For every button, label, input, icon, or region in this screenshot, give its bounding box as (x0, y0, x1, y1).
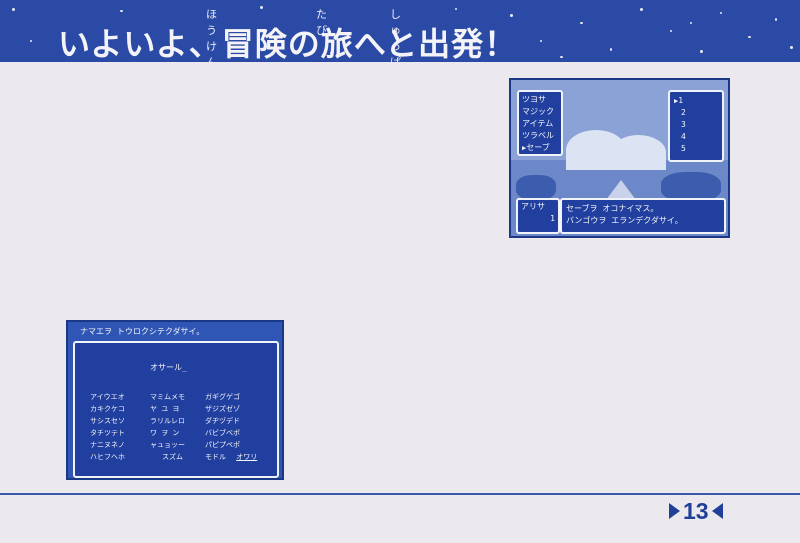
save-slot[interactable]: 4 (674, 131, 718, 143)
kana-column: アイウエオ カキクケコ サシスセソ タチツテト ナニヌネノ ハヒフヘホ (90, 391, 125, 463)
save-slot[interactable]: 3 (674, 119, 718, 131)
sparkle (455, 8, 457, 10)
sparkle (790, 46, 793, 49)
menu-item-selected[interactable]: ▶セーブ (522, 142, 558, 154)
kana-row[interactable]: スズム (150, 451, 185, 463)
sparkle (670, 30, 672, 32)
sparkle (560, 56, 563, 58)
kana-row[interactable]: カキクケコ (90, 403, 125, 415)
sparkle (775, 18, 777, 21)
kana-row[interactable]: ラリルレロ (150, 415, 185, 427)
kana-row: モドル オワリ (205, 451, 257, 463)
kana-row[interactable]: ガギグゲゴ (205, 391, 257, 403)
triangle-right-icon (669, 503, 680, 519)
sparkle (700, 50, 703, 53)
kana-row[interactable]: マミムメモ (150, 391, 185, 403)
kana-row[interactable]: サシスセソ (90, 415, 125, 427)
party-name: アリサ (521, 202, 545, 211)
kana-row[interactable]: アイウエオ (90, 391, 125, 403)
party-stat: 1 (550, 214, 555, 223)
save-slot[interactable]: ▶1 (674, 95, 718, 107)
save-slot-list: ▶1 2 3 4 5 (668, 90, 724, 162)
kana-column: マミムメモ ヤ ユ ヨ ラリルレロ ワ ヲ ン ャュョッー スズム (150, 391, 185, 463)
command-menu: ツヨサ マジック アイテム ツラベル ▶セーブ (517, 90, 563, 156)
sparkle (260, 6, 263, 9)
kana-row[interactable]: ハヒフヘホ (90, 451, 125, 463)
kana-row[interactable]: バビブベボ (205, 427, 257, 439)
message-line: セーブヲ オコナイマス。 (566, 204, 659, 213)
sparkle (690, 22, 692, 24)
kana-column: ガギグゲゴ ザジズゼゾ ダヂヅデド バビブベボ パピプペポ モドル オワリ (205, 391, 257, 463)
kana-row[interactable]: タチツテト (90, 427, 125, 439)
save-slot[interactable]: 2 (674, 107, 718, 119)
castle-hill (611, 135, 666, 170)
save-screen-screenshot: ツヨサ マジック アイテム ツラベル ▶セーブ ▶1 2 3 4 5 アリサ 1… (509, 78, 730, 238)
sparkle (30, 40, 32, 42)
menu-item[interactable]: ツヨサ (522, 94, 558, 106)
kana-row[interactable]: ナニヌネノ (90, 439, 125, 451)
sparkle (580, 22, 583, 24)
name-prompt: ナマエヲ トウロクシテクダサイ。 (80, 327, 205, 336)
entered-name: オサール_ (150, 363, 187, 372)
kana-row[interactable]: ワ ヲ ン (150, 427, 185, 439)
name-entry-screenshot: ナマエヲ トウロクシテクダサイ。 オサール_ アイウエオ カキクケコ サシスセソ… (66, 320, 284, 480)
message-line: バンゴウヲ エランデクダサイ。 (566, 216, 683, 225)
header-banner: ほうけん たび しゅっぱつ いよいよ、冒険の旅へと出発！ (0, 0, 800, 62)
kana-grid-window: オサール_ アイウエオ カキクケコ サシスセソ タチツテト ナニヌネノ ハヒフヘ… (73, 341, 279, 478)
sparkle (120, 10, 123, 12)
message-window: セーブヲ オコナイマス。 バンゴウヲ エランデクダサイ。 (560, 198, 726, 234)
kana-row[interactable]: ダヂヅデド (205, 415, 257, 427)
sparkle (610, 48, 612, 51)
sparkle (510, 14, 513, 17)
sparkle (720, 12, 722, 14)
footer-rule (0, 493, 800, 495)
page-number-value: 13 (683, 497, 709, 524)
kana-row[interactable]: パピプペポ (205, 439, 257, 451)
sparkle (12, 8, 15, 11)
save-slot[interactable]: 5 (674, 143, 718, 155)
page-number: 13 (669, 498, 751, 524)
sparkle (748, 36, 751, 38)
end-option[interactable]: オワリ (236, 453, 257, 461)
menu-item[interactable]: マジック (522, 106, 558, 118)
kana-row[interactable]: ャュョッー (150, 439, 185, 451)
menu-item[interactable]: アイテム (522, 118, 558, 130)
back-option[interactable]: モドル (205, 453, 226, 461)
forest (516, 175, 556, 200)
kana-row[interactable]: ヤ ユ ヨ (150, 403, 185, 415)
sparkle (640, 8, 643, 11)
menu-item[interactable]: ツラベル (522, 130, 558, 142)
sparkle (540, 40, 542, 42)
triangle-left-icon (711, 503, 723, 519)
party-status: アリサ 1 (516, 198, 560, 234)
page-title: いよいよ、冒険の旅へと出発！ (58, 25, 518, 62)
kana-row[interactable]: ザジズゼゾ (205, 403, 257, 415)
